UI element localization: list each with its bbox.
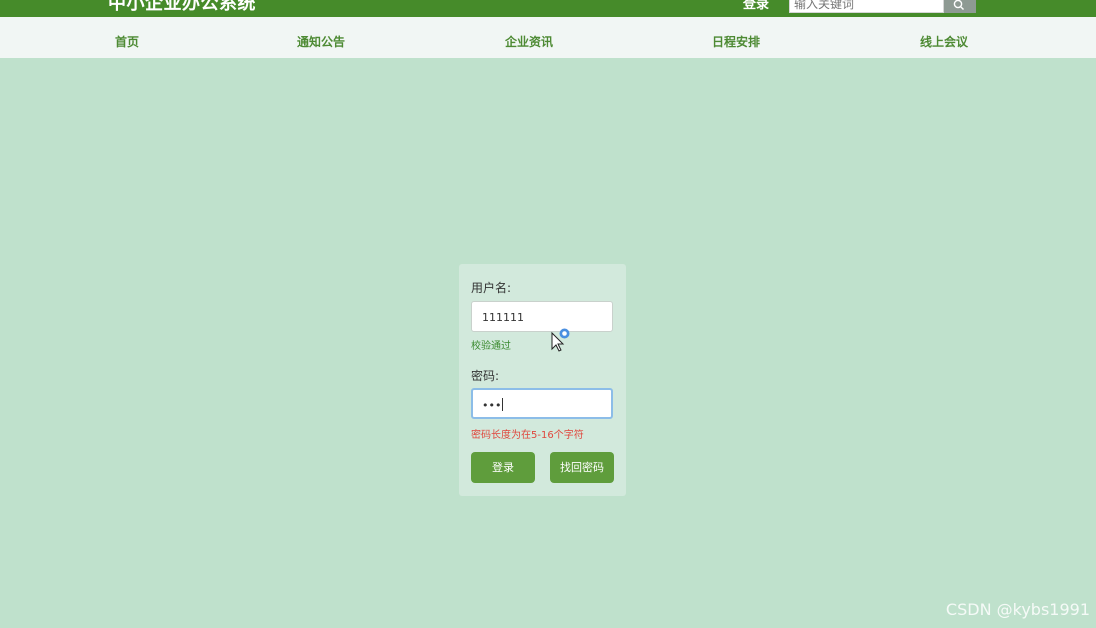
password-label: 密码: <box>471 369 500 383</box>
password-validation-message: 密码长度为在5-16个字符 <box>471 430 584 441</box>
username-label: 用户名: <box>471 281 512 295</box>
login-button[interactable]: 登录 <box>471 452 535 483</box>
search-icon <box>953 0 964 10</box>
watermark-text: CSDN @kybs1991 <box>945 600 1090 619</box>
username-field[interactable]: 111111 <box>471 301 613 332</box>
username-validation-message: 校验通过 <box>471 341 511 352</box>
password-value: ••• <box>482 399 502 412</box>
nav-item-meeting[interactable]: 线上会议 <box>920 33 968 50</box>
password-field[interactable]: ••• <box>471 388 613 419</box>
site-brand[interactable]: 中小企业办公系统 <box>108 0 256 15</box>
nav-item-notices[interactable]: 通知公告 <box>297 33 345 50</box>
top-header: 中小企业办公系统 登录 输入关键词 <box>0 0 1096 17</box>
login-card: 用户名: 111111 校验通过 密码: ••• 密码长度为在5-16个字符 登… <box>459 264 626 496</box>
text-caret <box>502 398 504 411</box>
username-value: 111111 <box>482 311 524 324</box>
search-button[interactable] <box>944 0 976 13</box>
main-nav: 首页 通知公告 企业资讯 日程安排 线上会议 <box>0 17 1096 58</box>
search-input[interactable]: 输入关键词 <box>789 0 944 13</box>
mouse-pointer-icon <box>551 328 570 352</box>
nav-item-schedule[interactable]: 日程安排 <box>712 33 760 50</box>
header-login-link[interactable]: 登录 <box>743 0 769 12</box>
nav-item-news[interactable]: 企业资讯 <box>505 33 553 50</box>
nav-item-home[interactable]: 首页 <box>115 33 139 50</box>
recover-password-button[interactable]: 找回密码 <box>550 452 614 483</box>
